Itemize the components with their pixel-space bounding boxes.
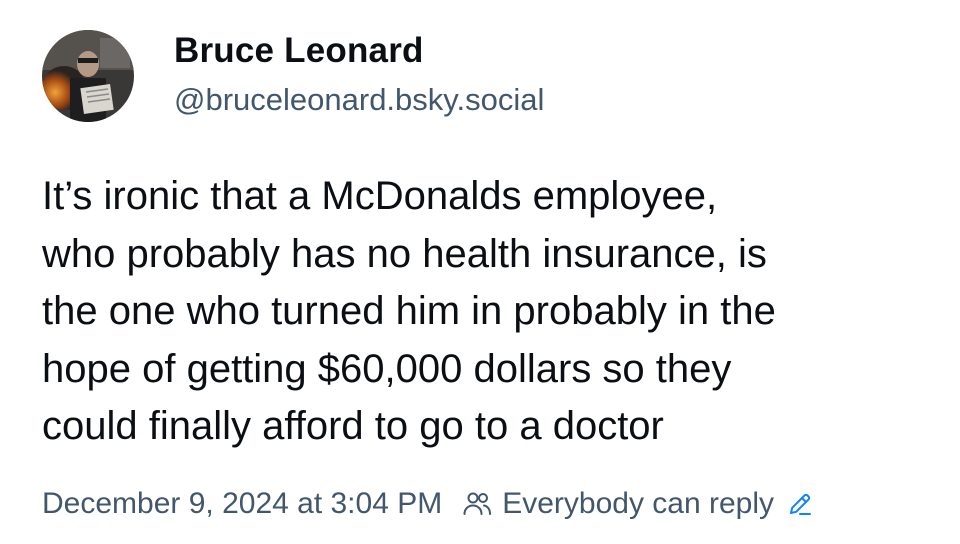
post-text: It’s ironic that a McDonalds employee, w…	[42, 174, 776, 448]
post-header: Bruce Leonard @bruceleonard.bsky.social	[42, 30, 544, 122]
author-handle[interactable]: @bruceleonard.bsky.social	[174, 79, 544, 121]
post-meta: December 9, 2024 at 3:04 PM Everybody ca…	[42, 484, 814, 524]
post-card: Bruce Leonard @bruceleonard.bsky.social …	[0, 0, 960, 544]
avatar[interactable]	[42, 30, 134, 122]
reply-setting-label[interactable]: Everybody can reply	[502, 484, 774, 524]
pencil-icon[interactable]	[786, 490, 814, 518]
post-timestamp[interactable]: December 9, 2024 at 3:04 PM	[42, 484, 442, 524]
avatar-image	[42, 30, 134, 122]
author-display-name[interactable]: Bruce Leonard	[174, 29, 544, 73]
people-icon	[462, 489, 492, 519]
author-info: Bruce Leonard @bruceleonard.bsky.social	[174, 29, 544, 121]
